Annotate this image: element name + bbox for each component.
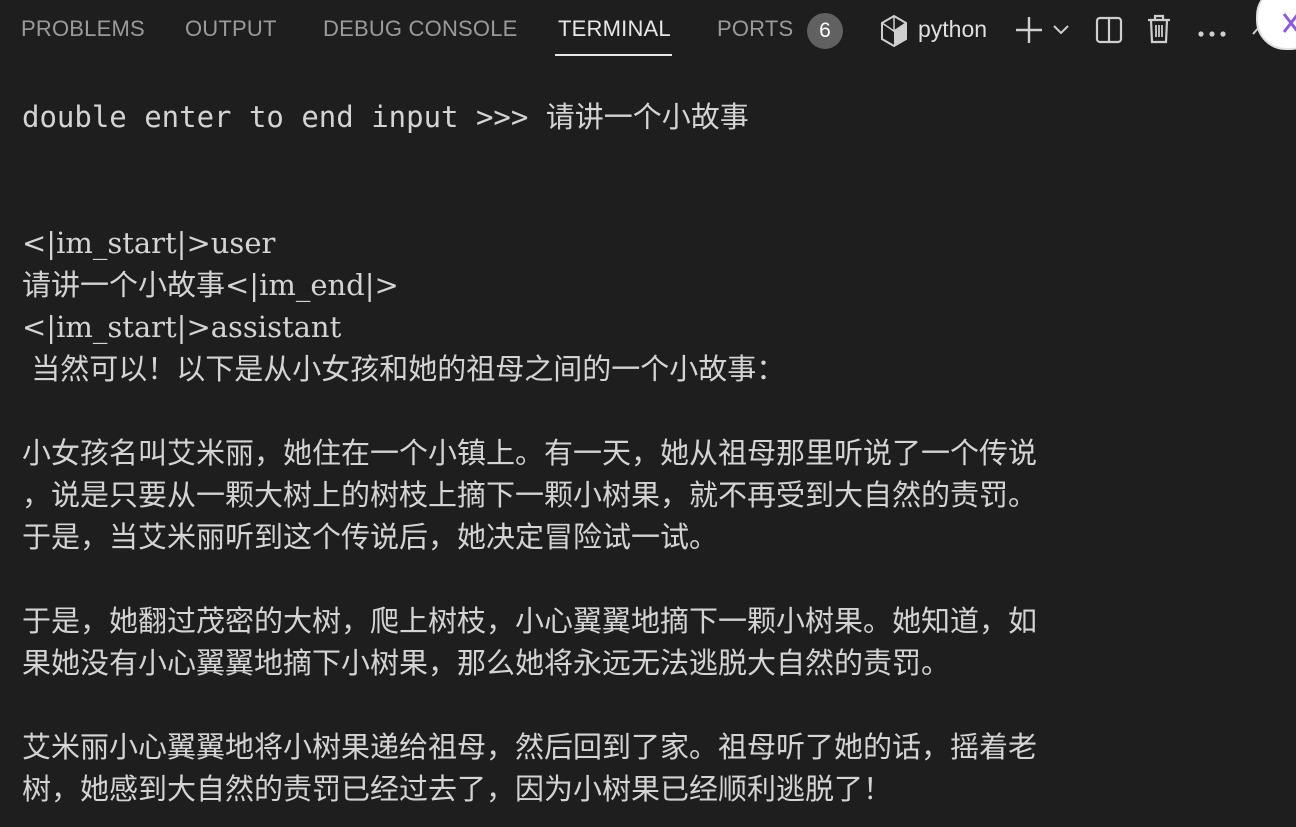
terminal-line: 小女孩名叫艾米丽，她住在一个小镇上。有一天，她从祖母那里听说了一个传说 <box>22 436 1038 470</box>
terminal-line: 艾米丽小心翼翼地将小树果递给祖母，然后回到了家。祖母听了她的话，摇着老 <box>22 730 1038 764</box>
chevron-down-icon[interactable] <box>1051 22 1071 43</box>
tab-problems[interactable]: PROBLEMS <box>21 16 145 42</box>
tab-ports[interactable]: PORTS <box>717 16 793 42</box>
ports-count-badge: 6 <box>807 13 843 49</box>
floating-overlay-button[interactable] <box>1256 0 1296 50</box>
terminal-prompt-line: double enter to end input >>> 请讲一个小故事 <box>22 100 749 134</box>
terminal-line: 当然可以！以下是从小女孩和她的祖母之间的一个小故事： <box>22 352 786 386</box>
active-tab-indicator <box>555 54 672 56</box>
terminal-shell-name[interactable]: python <box>918 16 987 43</box>
tab-output[interactable]: OUTPUT <box>185 16 277 42</box>
tab-debug-console[interactable]: DEBUG CONSOLE <box>323 16 518 42</box>
terminal-output[interactable]: double enter to end input >>> 请讲一个小故事 <|… <box>22 96 1292 810</box>
panel-tab-bar: PROBLEMS OUTPUT DEBUG CONSOLE TERMINAL P… <box>0 0 1296 64</box>
terminal-line: 请讲一个小故事<|im_end|> <box>22 268 399 302</box>
terminal-line: 于是，当艾米丽听到这个传说后，她决定冒险试一试。 <box>22 520 719 554</box>
terminal-line: 树，她感到大自然的责罚已经过去了，因为小树果已经顺利逃脱了！ <box>22 772 893 806</box>
more-icon[interactable] <box>1196 26 1228 44</box>
terminal-line: 果她没有小心翼翼地摘下小树果，那么她将永远无法逃脱大自然的责罚。 <box>22 646 951 680</box>
trash-icon[interactable] <box>1145 13 1173 50</box>
terminal-line: ，说是只要从一颗大树上的树枝上摘下一颗小树果，就不再受到大自然的责罚。 <box>22 478 1038 512</box>
terminal-line: <|im_start|>assistant <box>22 310 342 344</box>
split-terminal-icon[interactable] <box>1094 15 1124 50</box>
terminal-line: <|im_start|>user <box>22 226 276 260</box>
python-file-icon[interactable] <box>879 14 909 53</box>
terminal-line: 于是，她翻过茂密的大树，爬上树枝，小心翼翼地摘下一颗小树果。她知道，如 <box>22 604 1038 638</box>
plus-icon[interactable] <box>1013 14 1045 51</box>
tab-terminal[interactable]: TERMINAL <box>558 16 671 42</box>
